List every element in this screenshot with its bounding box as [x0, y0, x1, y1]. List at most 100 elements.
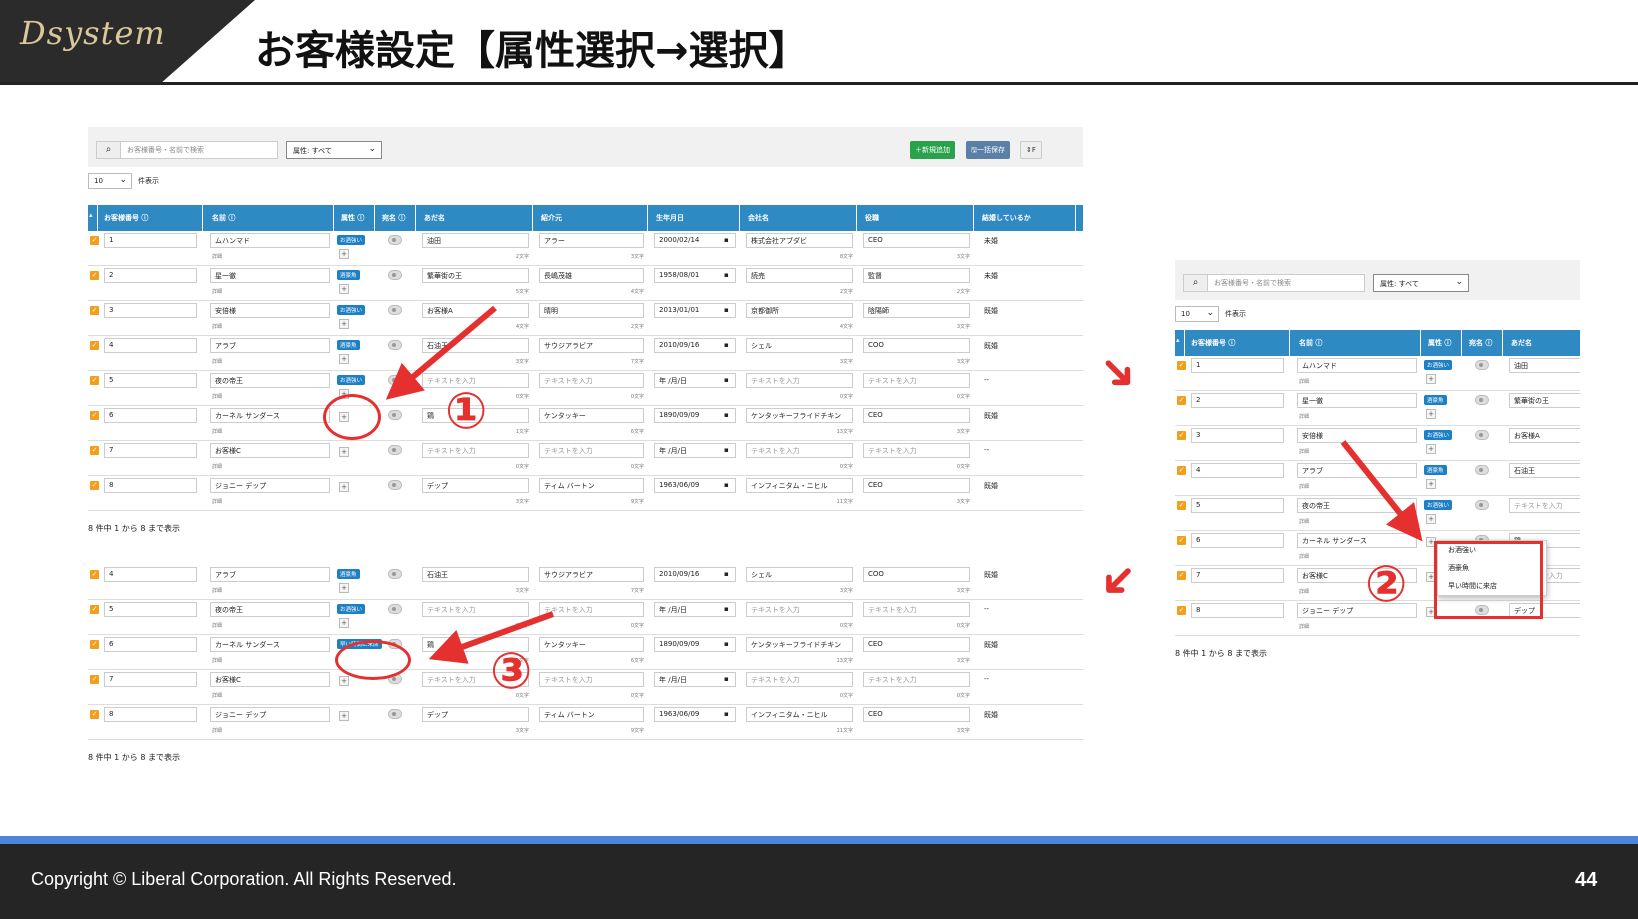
row-checkbox[interactable]: ✓ — [90, 710, 99, 719]
nickname-input[interactable]: 石油王 — [1509, 463, 1580, 478]
married-status[interactable]: 既婚 — [984, 710, 998, 720]
married-status[interactable]: 既婚 — [984, 640, 998, 650]
detail-link[interactable]: 詳細 — [212, 288, 222, 295]
column-header[interactable]: 宛名 ⓘ — [1463, 330, 1503, 356]
nickname-input[interactable]: 石油王 — [422, 567, 529, 582]
detail-link[interactable]: 詳細 — [212, 692, 222, 699]
honorific-toggle[interactable] — [388, 375, 402, 385]
calendar-icon[interactable]: ▪ — [724, 605, 729, 613]
name-input[interactable]: 夜の帝王 — [210, 602, 330, 617]
role-input[interactable]: テキストを入力 — [863, 373, 970, 388]
role-input[interactable]: テキストを入力 — [863, 672, 970, 687]
honorific-toggle[interactable] — [388, 340, 402, 350]
per-page-select[interactable]: 10 ⌄ — [88, 173, 132, 189]
referrer-input[interactable]: サウジアラビア — [539, 338, 644, 353]
column-header[interactable]: あだ名 — [418, 205, 533, 231]
row-checkbox[interactable]: ✓ — [1177, 606, 1186, 615]
row-checkbox[interactable]: ✓ — [90, 236, 99, 245]
customer-number-input[interactable]: 7 — [1191, 568, 1284, 583]
company-input[interactable]: インフィニタム・ニヒル — [746, 707, 853, 722]
detail-link[interactable]: 詳細 — [212, 358, 222, 365]
name-input[interactable]: ジョニー デップ — [210, 478, 330, 493]
customer-number-input[interactable]: 6 — [1191, 533, 1284, 548]
column-header[interactable]: 役職 — [859, 205, 974, 231]
customer-number-input[interactable]: 7 — [104, 443, 197, 458]
attribute-badge[interactable]: お酒強い — [1424, 360, 1453, 370]
add-attribute-button[interactable]: + — [339, 354, 349, 364]
attribute-badge[interactable]: 酒豪魚 — [337, 270, 360, 280]
attribute-filter-select[interactable]: 属性: すべて ⌄ — [286, 141, 382, 159]
row-checkbox[interactable]: ✓ — [90, 675, 99, 684]
customer-number-input[interactable]: 8 — [104, 707, 197, 722]
calendar-icon[interactable]: ▪ — [724, 675, 729, 683]
honorific-toggle[interactable] — [388, 445, 402, 455]
customer-number-input[interactable]: 4 — [104, 338, 197, 353]
married-status[interactable]: -- — [984, 376, 989, 384]
referrer-input[interactable]: ケンタッキー — [539, 637, 644, 652]
customer-number-input[interactable]: 1 — [104, 233, 197, 248]
name-input[interactable]: お客様C — [210, 672, 330, 687]
per-page-select[interactable]: 10 ⌄ — [1175, 306, 1219, 322]
bulk-save-button[interactable]: 🖫一括保存 — [966, 141, 1010, 159]
role-input[interactable]: COO — [863, 567, 970, 582]
honorific-toggle[interactable] — [388, 480, 402, 490]
column-header[interactable]: 生年月日 — [650, 205, 740, 231]
attribute-badge[interactable]: 酒豪魚 — [1424, 395, 1447, 405]
column-header[interactable]: 宛名 ⓘ — [376, 205, 416, 231]
name-input[interactable]: カーネル サンダース — [1297, 533, 1417, 548]
honorific-toggle[interactable] — [388, 305, 402, 315]
company-input[interactable]: 読売 — [746, 268, 853, 283]
calendar-icon[interactable]: ▪ — [724, 710, 729, 718]
row-checkbox[interactable]: ✓ — [90, 411, 99, 420]
row-checkbox[interactable]: ✓ — [90, 640, 99, 649]
name-input[interactable]: 星一徹 — [1297, 393, 1417, 408]
add-attribute-button[interactable]: + — [339, 319, 349, 329]
honorific-toggle[interactable] — [1475, 500, 1489, 510]
company-input[interactable]: テキストを入力 — [746, 602, 853, 617]
nickname-input[interactable]: 繁華街の王 — [1509, 393, 1580, 408]
honorific-toggle[interactable] — [1475, 360, 1489, 370]
add-attribute-button[interactable]: + — [1426, 444, 1436, 454]
role-input[interactable]: 陰陽師 — [863, 303, 970, 318]
company-input[interactable]: 京都御所 — [746, 303, 853, 318]
customer-number-input[interactable]: 5 — [104, 602, 197, 617]
married-status[interactable]: 未婚 — [984, 236, 998, 246]
add-attribute-button[interactable]: + — [339, 284, 349, 294]
add-new-button[interactable]: ＋新規追加 — [910, 141, 955, 159]
honorific-toggle[interactable] — [1475, 395, 1489, 405]
nickname-input[interactable]: 油田 — [1509, 358, 1580, 373]
calendar-icon[interactable]: ▪ — [724, 570, 729, 578]
column-header[interactable]: お客様番号 ⓘ — [1185, 330, 1290, 356]
search-input[interactable]: ⌕ お客様番号・名前で検索 — [1183, 274, 1365, 292]
detail-link[interactable]: 詳細 — [1299, 448, 1309, 455]
calendar-icon[interactable]: ▪ — [724, 446, 729, 454]
detail-link[interactable]: 詳細 — [1299, 483, 1309, 490]
calendar-icon[interactable]: ▪ — [724, 640, 729, 648]
referrer-input[interactable]: 晴明 — [539, 303, 644, 318]
search-input[interactable]: ⌕ お客様番号・名前で検索 — [96, 141, 278, 159]
column-header[interactable]: 属性 ⓘ — [335, 205, 375, 231]
column-header[interactable]: あだ名 — [1505, 330, 1580, 356]
name-input[interactable]: ムハンマド — [210, 233, 330, 248]
calendar-icon[interactable]: ▪ — [724, 271, 729, 279]
row-checkbox[interactable]: ✓ — [90, 605, 99, 614]
honorific-toggle[interactable] — [388, 270, 402, 280]
customer-number-input[interactable]: 5 — [104, 373, 197, 388]
honorific-toggle[interactable] — [388, 410, 402, 420]
honorific-toggle[interactable] — [388, 569, 402, 579]
detail-link[interactable]: 詳細 — [212, 657, 222, 664]
role-input[interactable]: CEO — [863, 233, 970, 248]
married-status[interactable]: -- — [984, 675, 989, 683]
customer-number-input[interactable]: 4 — [1191, 463, 1284, 478]
customer-number-input[interactable]: 2 — [1191, 393, 1284, 408]
name-input[interactable]: カーネル サンダース — [210, 637, 330, 652]
row-checkbox[interactable]: ✓ — [90, 306, 99, 315]
referrer-input[interactable]: テキストを入力 — [539, 373, 644, 388]
row-checkbox[interactable]: ✓ — [1177, 571, 1186, 580]
row-checkbox[interactable]: ✓ — [1177, 466, 1186, 475]
row-checkbox[interactable]: ✓ — [1177, 396, 1186, 405]
detail-link[interactable]: 詳細 — [1299, 588, 1309, 595]
nickname-input[interactable]: テキストを入力 — [422, 443, 529, 458]
add-attribute-button[interactable]: + — [339, 711, 349, 721]
attribute-badge[interactable]: 酒豪魚 — [1424, 465, 1447, 475]
